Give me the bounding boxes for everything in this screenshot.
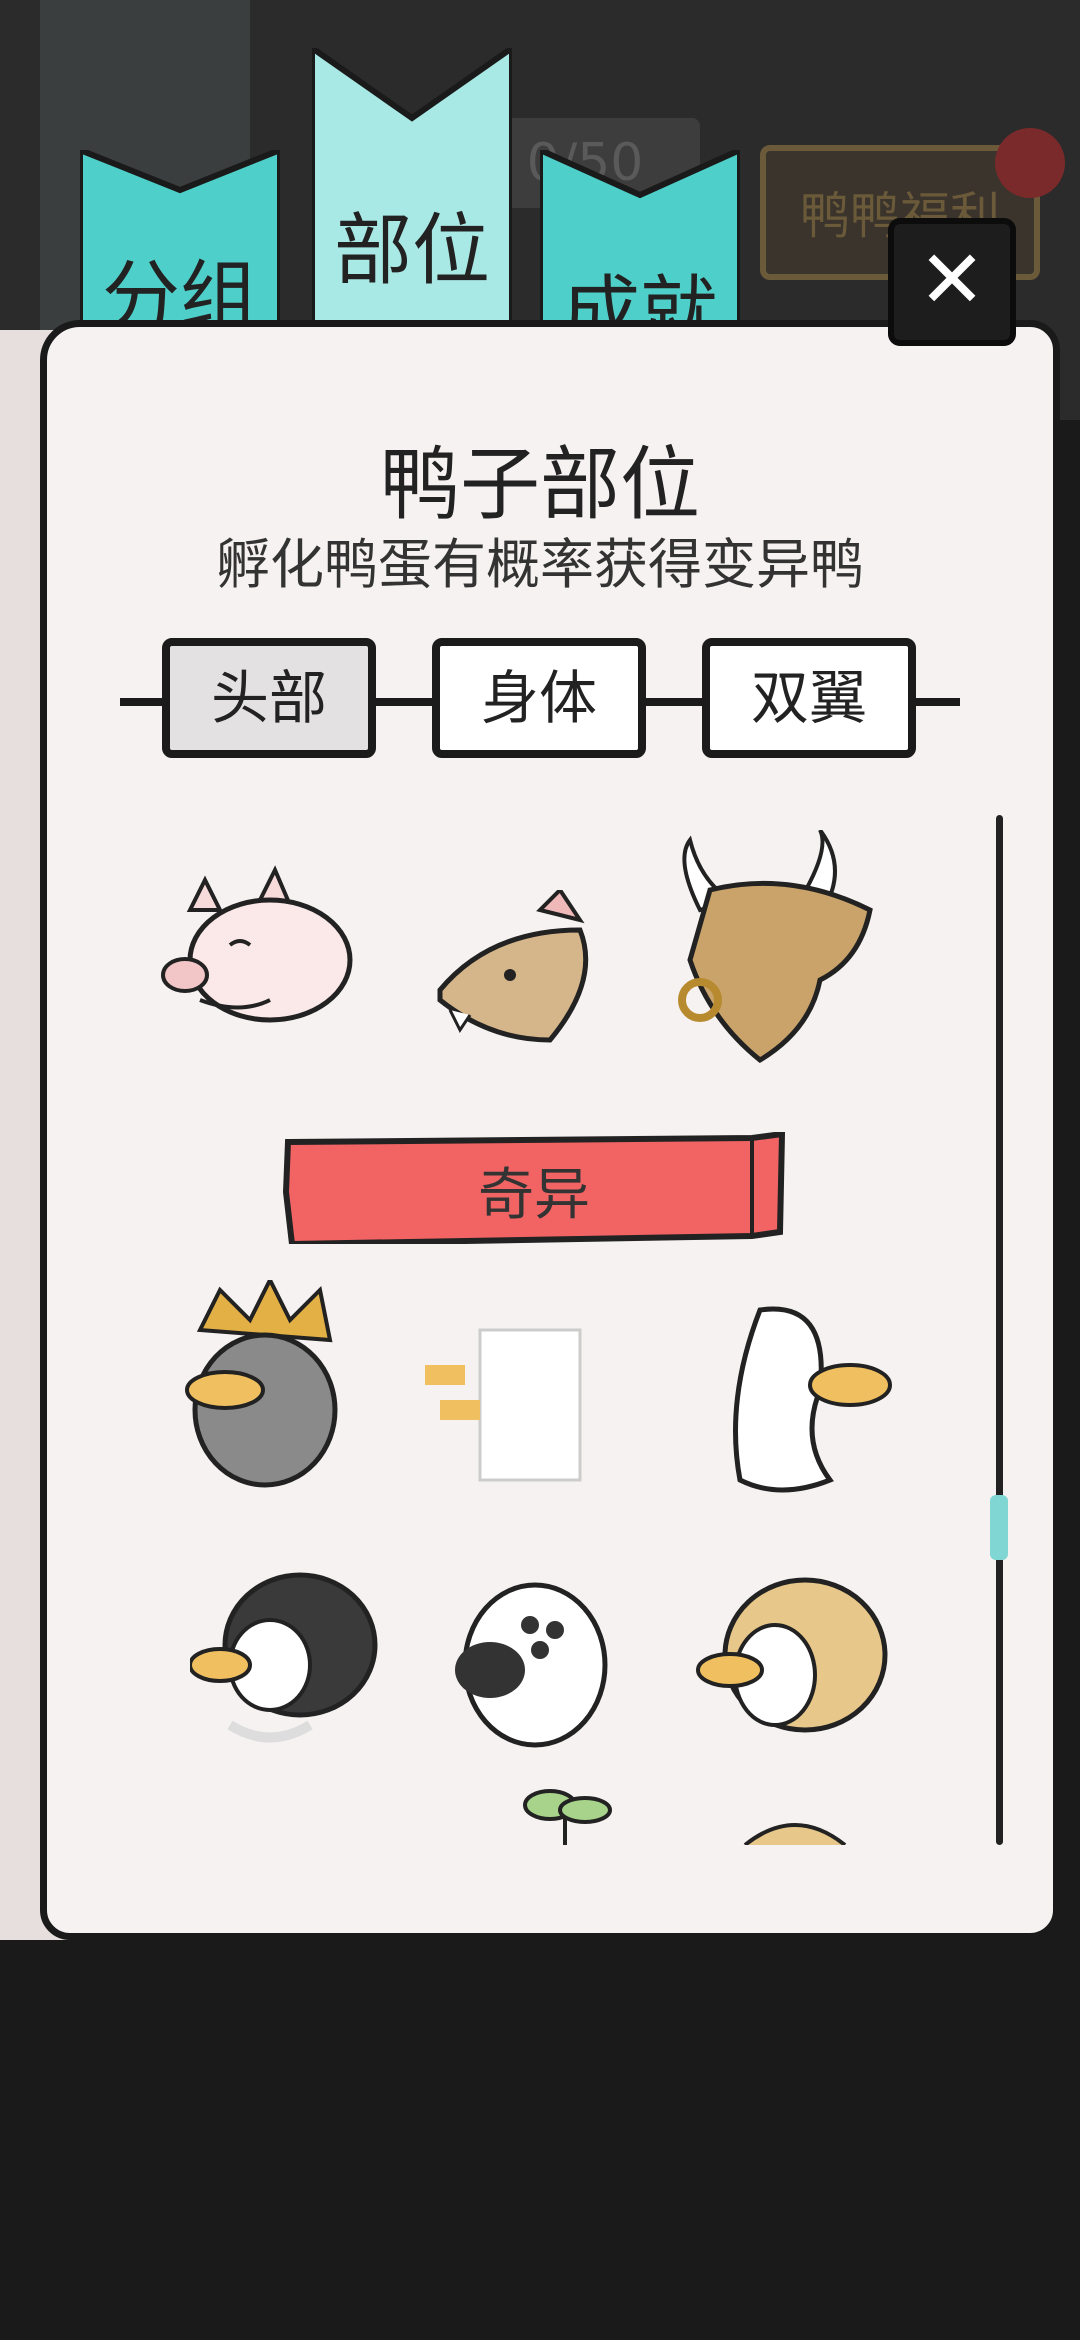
ghost-pixel-head-icon xyxy=(425,1328,582,1482)
tab-part-label: 部位 xyxy=(333,206,490,296)
blonde-wig-head-icon xyxy=(696,1577,888,1733)
tab-wings[interactable]: 双翼 xyxy=(702,638,916,758)
part-item[interactable] xyxy=(695,1565,895,1765)
close-button[interactable]: ✕ xyxy=(888,218,1016,346)
partial-head-icon xyxy=(743,1823,847,1847)
pig-head-icon xyxy=(161,865,353,1023)
part-item[interactable] xyxy=(420,1320,600,1500)
bull-head-icon xyxy=(678,828,873,1064)
part-item[interactable] xyxy=(440,1570,610,1760)
tab-body[interactable]: 身体 xyxy=(432,638,646,758)
part-item[interactable] xyxy=(670,828,900,1070)
page-title: 鸭子部位 xyxy=(380,438,700,531)
part-item[interactable] xyxy=(180,1275,350,1490)
part-item[interactable] xyxy=(160,860,360,1060)
rat-head-icon xyxy=(437,886,589,1043)
sprout-head-icon xyxy=(523,1789,612,1845)
three-eye-monster-head-icon xyxy=(455,1582,608,1748)
tab-head[interactable]: 头部 xyxy=(162,638,376,758)
tab-part[interactable]: 部位 xyxy=(312,48,512,348)
part-item-partial[interactable] xyxy=(740,1815,850,1847)
king-beard-head-icon xyxy=(185,1275,338,1488)
rarity-label: 奇异 xyxy=(478,1163,590,1228)
black-hair-pearl-head-icon xyxy=(188,1572,378,1743)
part-item[interactable] xyxy=(430,886,610,1070)
page-subtitle: 孵化鸭蛋有概率获得变异鸭 xyxy=(216,533,864,596)
ghost-sheet-head-icon xyxy=(733,1306,892,1493)
part-item[interactable] xyxy=(188,1565,380,1755)
part-item[interactable] xyxy=(720,1300,900,1500)
rarity-banner: 奇异 xyxy=(282,1130,786,1248)
notification-dot xyxy=(995,128,1065,198)
scrollbar-thumb[interactable] xyxy=(990,1495,1008,1560)
part-item-partial[interactable] xyxy=(515,1780,615,1845)
scrollbar-track[interactable] xyxy=(996,815,1003,1845)
